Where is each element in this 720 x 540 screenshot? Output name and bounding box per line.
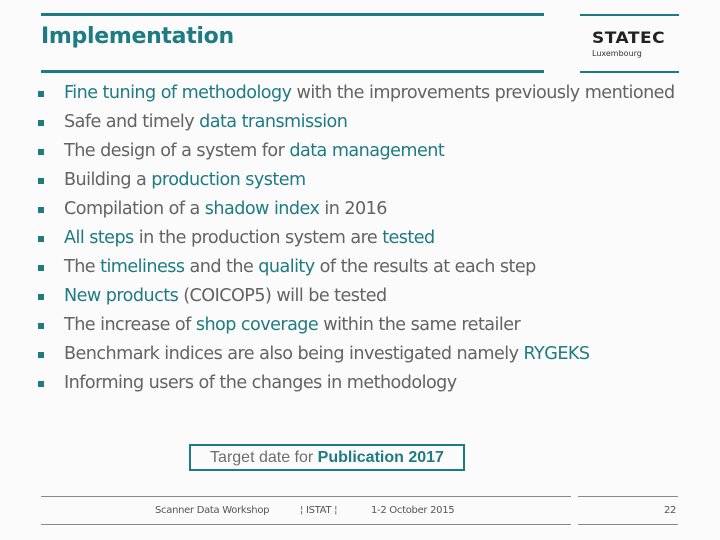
highlighted-text: Fine tuning of methodology <box>64 83 292 103</box>
bullet-text: Benchmark indices are also being investi… <box>64 344 524 364</box>
bullet-text: Building a <box>64 170 152 190</box>
square-bullet-icon <box>38 265 44 271</box>
statec-logo: STATEC Luxembourg <box>592 29 682 59</box>
footer-host: ¦ ISTAT ¦ <box>300 505 338 516</box>
square-bullet-icon <box>38 120 44 126</box>
highlighted-text: tested <box>382 228 435 248</box>
bullet-text: in the production system are <box>133 228 383 248</box>
bullet-text: and the <box>184 257 259 277</box>
bullet-text: (COICOP5) will be tested <box>178 286 387 306</box>
bullet-text: The increase of <box>64 315 196 335</box>
square-bullet-icon <box>38 294 44 300</box>
bullet-text: Informing users of the changes in method… <box>64 373 457 393</box>
highlighted-text: data management <box>289 141 445 161</box>
square-bullet-icon <box>38 236 44 242</box>
target-date-callout: Target date for Publication 2017 <box>189 444 465 471</box>
bullet-item: Benchmark indices are also being investi… <box>0 340 720 369</box>
square-bullet-icon <box>38 91 44 97</box>
footer-rule-bottom <box>41 524 571 525</box>
header-rule-bottom <box>41 70 544 73</box>
square-bullet-icon <box>38 381 44 387</box>
footer-rule-bottom-right <box>578 524 678 525</box>
square-bullet-icon <box>38 178 44 184</box>
footer-rule-top <box>41 496 571 497</box>
highlighted-text: production system <box>151 170 306 190</box>
bullet-item: Safe and timely data transmission <box>0 108 720 137</box>
bullet-item: The increase of shop coverage within the… <box>0 311 720 340</box>
highlighted-text: quality <box>258 257 315 277</box>
bullet-item: New products (COICOP5) will be tested <box>0 282 720 311</box>
highlighted-text: RYGEKS <box>523 344 590 364</box>
bullet-item: All steps in the production system are t… <box>0 224 720 253</box>
bullet-text: within the same retailer <box>318 315 521 335</box>
square-bullet-icon <box>38 149 44 155</box>
highlighted-text: timeliness <box>100 257 185 277</box>
bullet-item: Informing users of the changes in method… <box>0 369 720 398</box>
bullet-text: with the improvements previously mention… <box>291 83 676 103</box>
slide-title: Implementation <box>41 24 234 49</box>
header-rule-bottom-right <box>580 71 679 73</box>
bullet-item: Building a production system <box>0 166 720 195</box>
highlighted-text: shop coverage <box>195 315 319 335</box>
logo-wordmark: STATEC <box>592 28 666 48</box>
highlighted-text: shadow index <box>204 199 320 219</box>
square-bullet-icon <box>38 323 44 329</box>
bullet-item: Fine tuning of methodology with the impr… <box>0 79 720 108</box>
logo-subtitle: Luxembourg <box>592 49 642 58</box>
highlighted-text: New products <box>64 286 179 306</box>
page-number: 22 <box>664 505 677 516</box>
bullet-text: in 2016 <box>319 199 387 219</box>
bullet-text: Compilation of a <box>64 199 205 219</box>
bullet-item: Compilation of a shadow index in 2016 <box>0 195 720 224</box>
header-rule-top-right <box>580 14 679 16</box>
bullet-text: of the results at each step <box>314 257 537 277</box>
highlighted-text: All steps <box>64 228 134 248</box>
header-rule-top <box>41 13 544 16</box>
square-bullet-icon <box>38 352 44 358</box>
square-bullet-icon <box>38 207 44 213</box>
target-prefix: Target date for <box>210 448 318 466</box>
footer-event: Scanner Data Workshop <box>155 505 270 516</box>
highlighted-text: data transmission <box>199 112 348 132</box>
bullet-text: The <box>64 257 101 277</box>
bullet-item: The design of a system for data manageme… <box>0 137 720 166</box>
bullet-item: The timeliness and the quality of the re… <box>0 253 720 282</box>
bullet-list: Fine tuning of methodology with the impr… <box>0 79 720 398</box>
footer-date: 1-2 October 2015 <box>371 505 455 516</box>
target-emphasis: Publication 2017 <box>317 448 444 466</box>
bullet-text: Safe and timely <box>64 112 200 132</box>
bullet-text: The design of a system for <box>64 141 290 161</box>
footer-rule-top-right <box>578 496 678 497</box>
